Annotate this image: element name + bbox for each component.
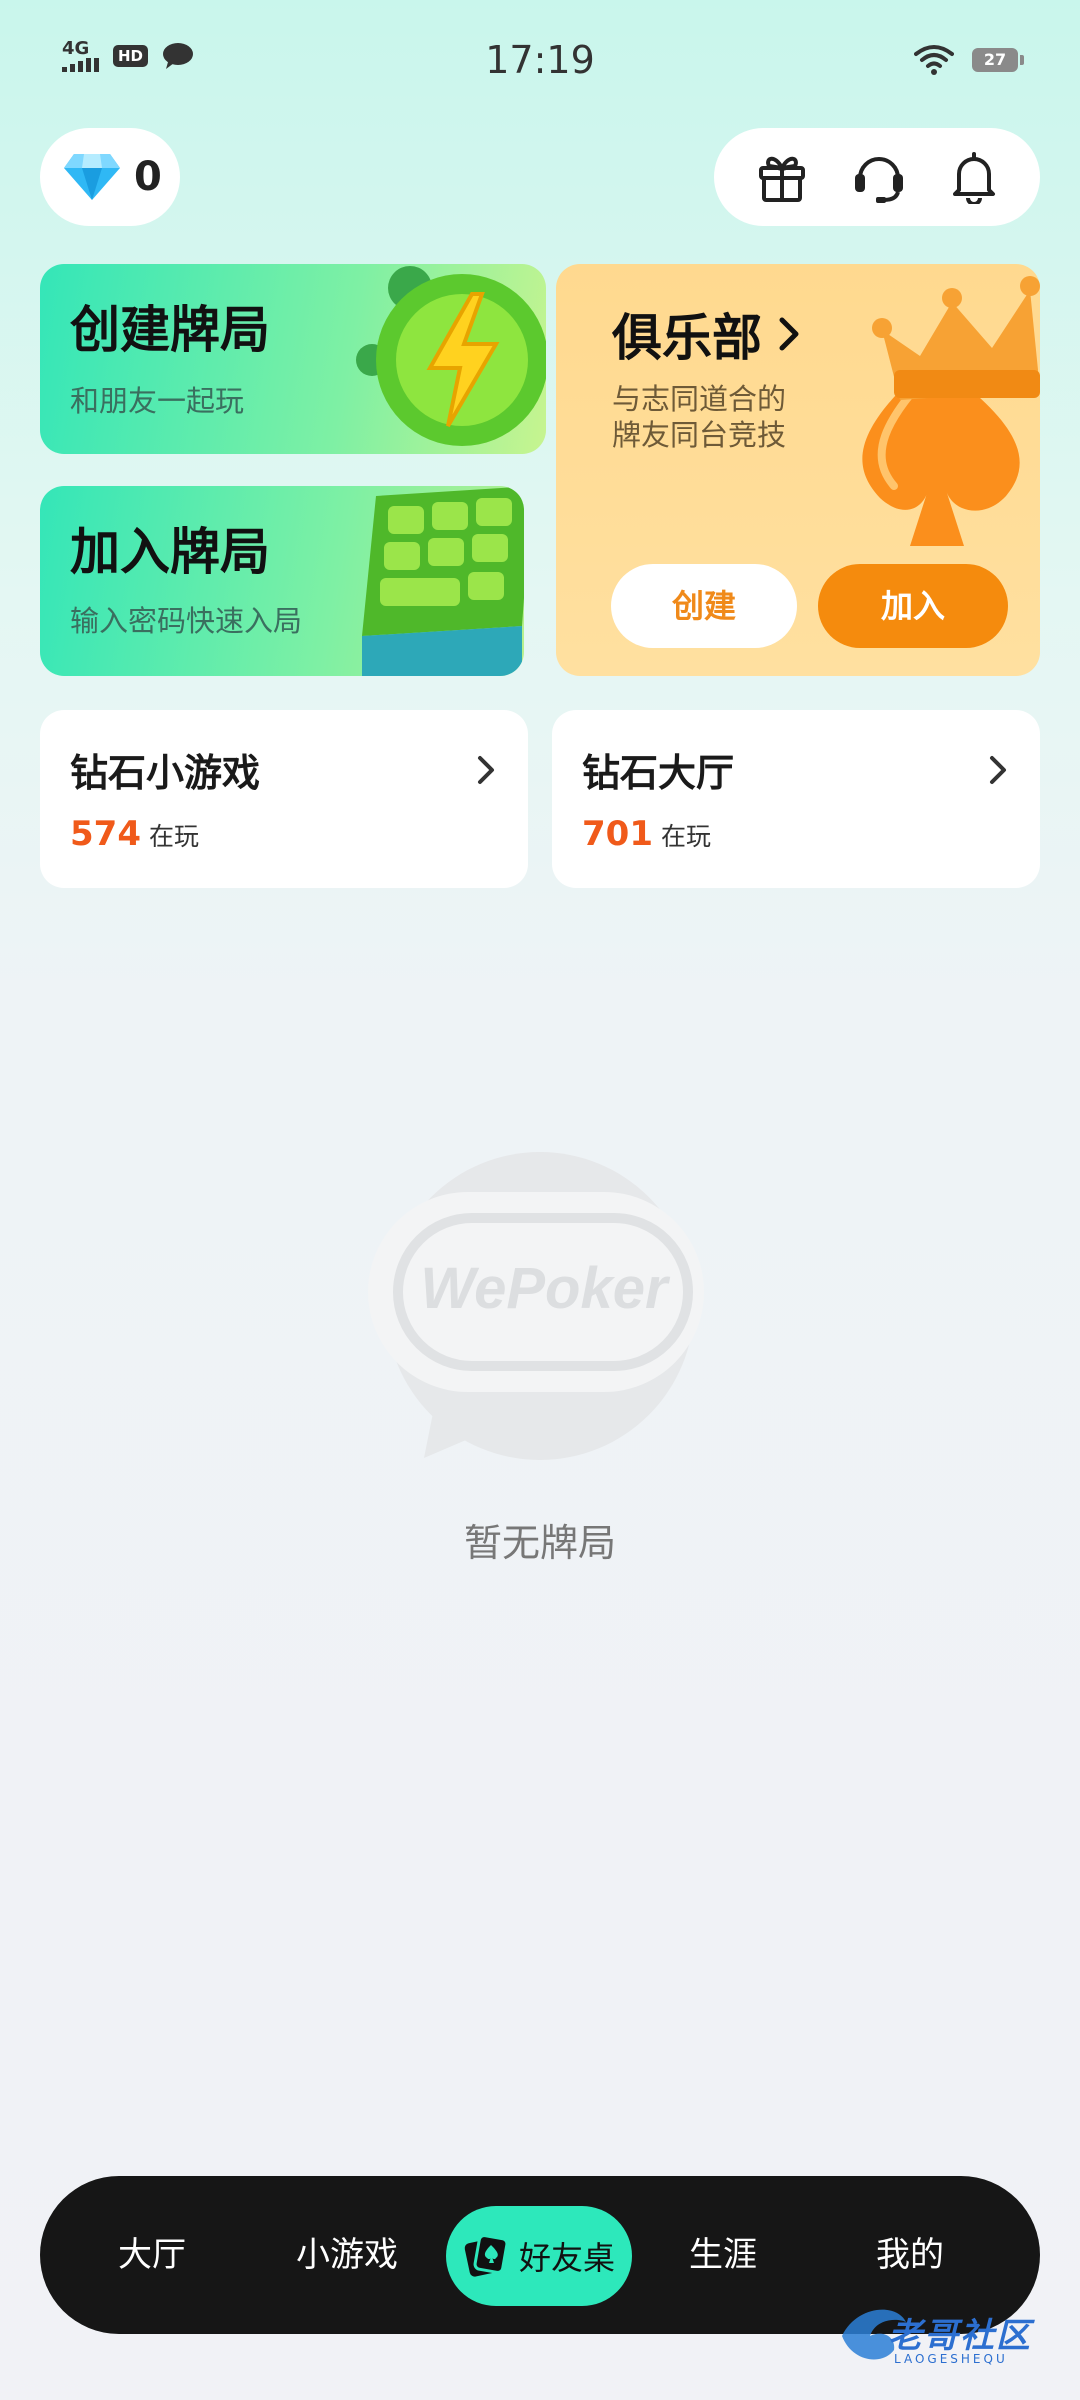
diamond-hall-card[interactable]: 钻石大厅 701 在玩 bbox=[552, 710, 1040, 888]
crowned-spade-icon bbox=[862, 276, 1040, 546]
club-join-button[interactable]: 加入 bbox=[818, 564, 1008, 648]
diamond-count: 0 bbox=[134, 154, 162, 200]
keypad-icon bbox=[362, 486, 524, 676]
club-title-row[interactable]: 俱乐部 bbox=[612, 298, 802, 370]
playing-cards-icon bbox=[464, 2234, 509, 2277]
watermark-text: 老哥社区 bbox=[888, 2316, 1032, 2356]
nav-item-lobby[interactable]: 大厅 bbox=[92, 2176, 212, 2334]
watermark-logo: 老哥社区 LAOGESHEQU bbox=[836, 2296, 1066, 2376]
join-table-card[interactable]: 加入牌局 输入密码快速入局 bbox=[40, 486, 524, 676]
diamond-hall-players: 701 在玩 bbox=[582, 814, 711, 854]
diamond-minigames-players: 574 在玩 bbox=[70, 814, 199, 854]
diamond-balance[interactable]: 0 bbox=[40, 128, 180, 226]
bell-icon[interactable] bbox=[949, 150, 999, 204]
playing-label: 在玩 bbox=[148, 822, 199, 851]
status-bar-right: 27 bbox=[914, 44, 1024, 76]
nav-item-friends-table-label: 好友桌 bbox=[518, 2239, 615, 2277]
club-create-button[interactable]: 创建 bbox=[611, 564, 797, 648]
club-subtitle-line1: 与志同道合的 bbox=[612, 382, 787, 416]
diamond-minigames-count: 574 bbox=[70, 814, 141, 854]
nav-item-career[interactable]: 生涯 bbox=[668, 2176, 778, 2334]
create-table-title: 创建牌局 bbox=[70, 301, 270, 359]
diamond-minigames-title: 钻石小游戏 bbox=[70, 751, 261, 795]
empty-state-message: 暂无牌局 bbox=[463, 1521, 616, 1565]
diamond-minigames-card[interactable]: 钻石小游戏 574 在玩 bbox=[40, 710, 528, 888]
watermark-subtext: LAOGESHEQU bbox=[894, 2352, 1008, 2366]
nav-item-friends-table[interactable]: 好友桌 bbox=[446, 2206, 632, 2306]
wepoker-logo-text: WePoker bbox=[420, 1256, 671, 1321]
playing-label: 在玩 bbox=[660, 822, 711, 851]
create-table-card[interactable]: 创建牌局 和朋友一起玩 bbox=[40, 264, 546, 454]
chevron-right-icon bbox=[779, 317, 799, 351]
battery-indicator: 27 bbox=[972, 48, 1024, 72]
diamond-hall-count: 701 bbox=[582, 814, 653, 854]
support-headset-icon[interactable] bbox=[850, 148, 908, 206]
join-table-title: 加入牌局 bbox=[70, 523, 270, 581]
nav-item-minigames[interactable]: 小游戏 bbox=[272, 2176, 422, 2334]
wifi-icon bbox=[914, 45, 954, 75]
create-table-subtitle: 和朋友一起玩 bbox=[70, 384, 245, 418]
chevron-right-icon bbox=[990, 756, 1006, 784]
header-actions bbox=[714, 128, 1040, 226]
chevron-right-icon bbox=[478, 756, 494, 784]
gift-icon[interactable] bbox=[755, 150, 809, 204]
diamond-hall-title: 钻石大厅 bbox=[582, 751, 735, 795]
lightning-clock-icon bbox=[356, 266, 546, 446]
club-subtitle-line2: 牌友同台竞技 bbox=[612, 418, 787, 452]
wepoker-empty-illustration: WePoker bbox=[368, 1152, 704, 1460]
join-table-subtitle: 输入密码快速入局 bbox=[70, 604, 303, 638]
club-title: 俱乐部 bbox=[612, 309, 762, 367]
diamond-icon bbox=[64, 154, 120, 200]
